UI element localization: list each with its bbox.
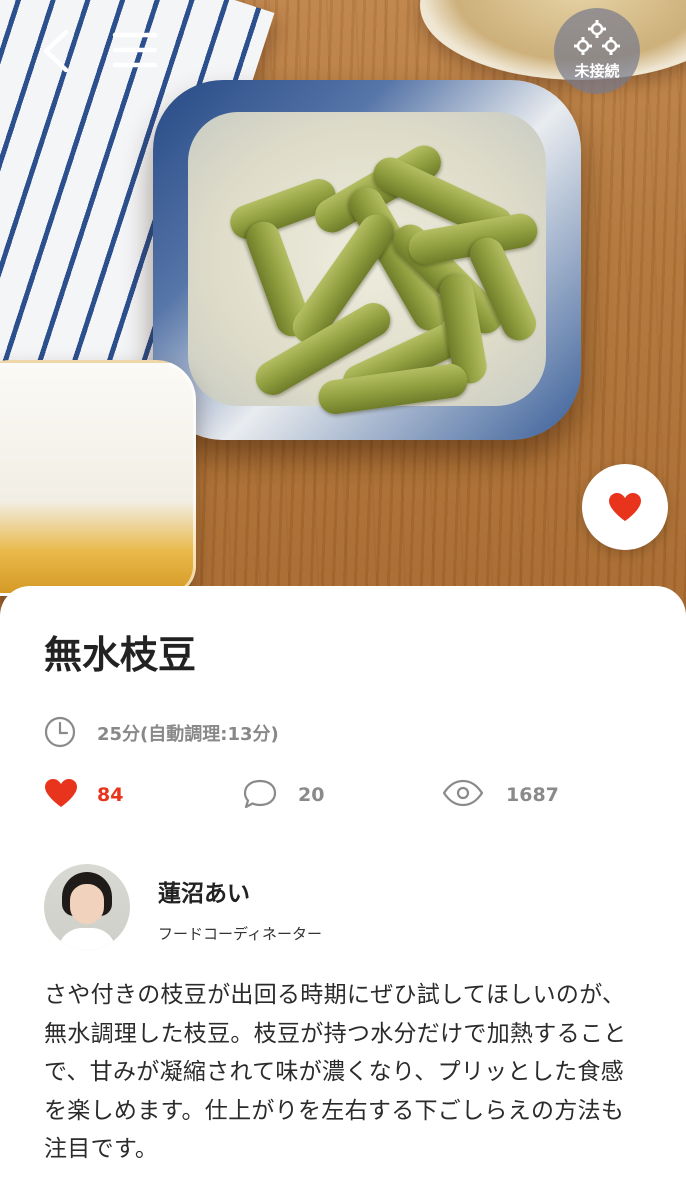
recipe-title: 無水枝豆 <box>44 633 197 677</box>
eye-icon <box>442 779 484 807</box>
bowl-inner <box>188 112 546 417</box>
heart-icon <box>609 493 641 521</box>
recipe-stats: 84 20 1687 <box>44 776 644 816</box>
cooking-time: 25分(自動調理:13分) <box>97 724 279 745</box>
hamburger-menu-icon <box>112 32 158 68</box>
menu-button[interactable] <box>112 30 158 70</box>
clock-icon <box>44 716 76 748</box>
recipe-description: さや付きの枝豆が出回る時期にぜひ試してほしいのが、無水調理した枝豆。枝豆が持つ水… <box>44 982 627 1162</box>
recipe-detail-page: 未接続 無水枝豆 25分(自動調理:13分) 84 20 1687 蓮沼あい フ… <box>0 0 686 1200</box>
gears-icon <box>574 20 620 55</box>
beer-glass-decoration <box>0 360 196 596</box>
connection-status-label: 未接続 <box>574 62 620 80</box>
author-name: 蓮沼あい <box>158 881 250 907</box>
likes-count: 84 <box>97 784 124 806</box>
comments-count: 20 <box>298 784 325 806</box>
recipe-hero-image <box>0 0 686 640</box>
connection-status-button[interactable]: 未接続 <box>554 8 640 94</box>
author-profile[interactable]: 蓮沼あい フードコーディネーター <box>44 864 644 954</box>
edamame-bowl <box>153 80 581 440</box>
heart-icon <box>45 779 77 807</box>
author-avatar <box>44 864 130 950</box>
recipe-info-card: 無水枝豆 25分(自動調理:13分) 84 20 1687 蓮沼あい フードコー… <box>0 586 686 1200</box>
favorite-button[interactable] <box>582 464 668 550</box>
views-count: 1687 <box>506 784 559 806</box>
back-button[interactable] <box>36 26 76 76</box>
author-role: フードコーディネーター <box>158 925 322 943</box>
speech-bubble-icon <box>243 779 277 809</box>
basket-decoration <box>420 0 686 80</box>
chevron-left-icon <box>43 29 69 73</box>
